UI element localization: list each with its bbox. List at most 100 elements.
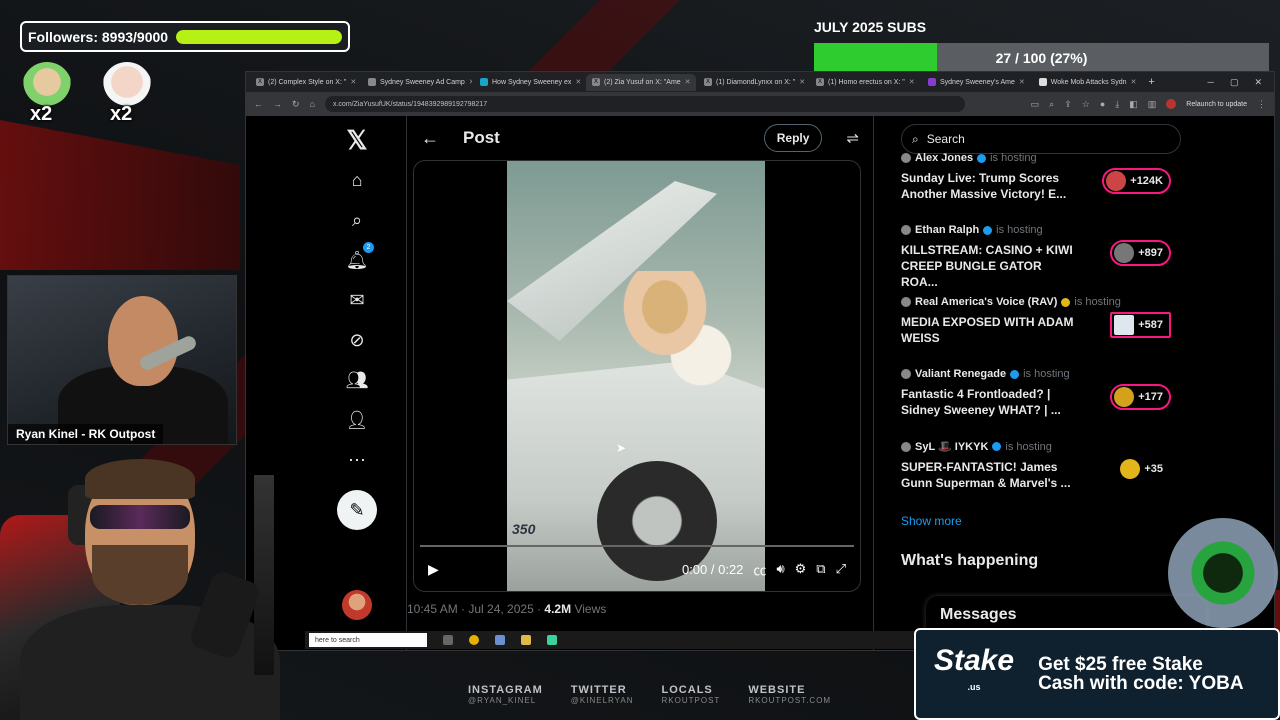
downloads-icon[interactable]: ⤓ [1115, 99, 1119, 110]
site-favicon-icon [480, 78, 488, 86]
live-item[interactable]: SyL 🎩 IYKYK is hosting SUPER-FANTASTIC! J… [901, 436, 1181, 508]
browser-tab[interactable]: Sydney Sweeney Ad Camp ✕ [362, 74, 472, 91]
more-circle-icon[interactable]: ⋯ [345, 448, 369, 472]
followers-goal: Followers: 8993/9000 [20, 21, 350, 52]
close-icon[interactable]: ✕ [575, 78, 581, 86]
gift-avatar: x2 [102, 62, 152, 125]
extension-icon[interactable]: ● [1100, 99, 1105, 109]
settings-gear-icon[interactable]: ⚙ [795, 561, 807, 577]
multiplier-label: x2 [110, 103, 133, 125]
browser-tab[interactable]: X (2) Complex Style on X: " ✕ [250, 74, 360, 91]
share-icon[interactable]: ⇪ [1064, 99, 1072, 110]
profile-avatar[interactable] [1166, 99, 1177, 109]
back-icon[interactable]: ← [254, 99, 263, 109]
post-timestamp[interactable]: 10:45 AM · Jul 24, 2025 · [407, 602, 544, 616]
new-tab-button[interactable]: + [1148, 76, 1154, 88]
app-icon[interactable] [495, 635, 505, 645]
grok-icon[interactable]: ⊘ [345, 328, 369, 352]
social-website: WEBSITE RKOUTPOST.COM [748, 684, 831, 705]
browser-tab[interactable]: How Sydney Sweeney ex ✕ [474, 74, 584, 91]
count-text: +177 [1138, 391, 1163, 403]
sidebar-icon[interactable]: ▥ [1148, 99, 1157, 110]
views-label: Views [571, 602, 607, 616]
subs-progress-text: 27 / 100 (27%) [995, 50, 1088, 66]
site-favicon-icon [368, 78, 376, 86]
close-icon[interactable]: ✕ [1019, 78, 1025, 86]
back-arrow-icon[interactable]: ← [421, 128, 439, 149]
zoom-icon[interactable]: ⌕ [1049, 99, 1054, 110]
post-column: ← Post Reply ⇌ 350 ➤ ▶ 0:00 / 0:22 ㏄ 🔊︎ … [406, 116, 874, 650]
profile-icon[interactable]: 👤︎ [345, 408, 369, 432]
show-more-link[interactable]: Show more [901, 514, 1181, 528]
video-progress-bar[interactable] [420, 545, 854, 547]
fullscreen-icon[interactable]: ⤢ [836, 561, 846, 577]
messages-envelope-icon[interactable]: ✉ [345, 288, 369, 312]
reader-settings-icon[interactable]: ⇌ [846, 129, 859, 147]
close-icon[interactable]: ✕ [1131, 78, 1137, 86]
verified-badge-icon [992, 442, 1002, 451]
minimize-icon[interactable]: ─ [1208, 77, 1214, 88]
social-handle: RKOUTPOST.COM [748, 696, 832, 705]
tab-label: How Sydney Sweeney ex [492, 78, 572, 86]
gift-avatar: x2 [22, 62, 72, 125]
close-icon[interactable]: ✕ [799, 78, 805, 86]
verified-badge-icon [977, 153, 987, 163]
tab-label: (2) Zia Yusuf on X: "Ame [604, 78, 681, 86]
reload-icon[interactable]: ↻ [292, 99, 300, 110]
close-icon[interactable]: ✕ [469, 78, 472, 86]
app-icon[interactable] [547, 635, 557, 645]
reply-button[interactable]: Reply [763, 124, 823, 152]
browser-tab-active[interactable]: X (2) Zia Yusuf on X: "Ame ✕ [586, 73, 696, 91]
live-item[interactable]: Ethan Ralph is hosting KILLSTREAM: CASINO… [901, 220, 1181, 292]
page-title: Post [463, 128, 500, 147]
subs-goal-title: JULY 2025 SUBS [814, 19, 927, 35]
live-item[interactable]: Valiant Renegade is hosting Fantastic 4 F… [901, 364, 1181, 436]
host-avatar [901, 153, 911, 163]
home-icon[interactable]: ⌂ [345, 168, 369, 192]
home-icon[interactable]: ⌂ [310, 99, 315, 109]
browser-tab[interactable]: Sydney Sweeney's Ame ✕ [922, 74, 1031, 91]
live-item[interactable]: Alex Jones is hosting Sunday Live: Trump … [901, 148, 1181, 220]
notifications-bell-icon[interactable]: 🔔︎ 2 [345, 242, 374, 272]
browser-tab[interactable]: X (1) DiamondLynxx on X: " ✕ [698, 74, 808, 91]
communities-icon[interactable]: 👥︎ [345, 368, 369, 392]
compose-post-button[interactable]: ✎ [337, 490, 377, 530]
captions-icon[interactable]: ㏄ [753, 560, 766, 579]
close-icon[interactable]: ✕ [685, 78, 691, 86]
browser-tab[interactable]: X (1) Homo erectus on X: " ✕ [810, 74, 920, 91]
live-item[interactable]: Real America's Voice (RAV) is hosting MED… [901, 292, 1181, 364]
video-player[interactable]: 350 ➤ ▶ 0:00 / 0:22 ㏄ 🔊︎ ⚙ ⧉ ⤢ [413, 160, 861, 592]
forward-icon[interactable]: → [273, 99, 282, 109]
locals-icon-label: LOCALS [661, 684, 713, 696]
chrome-icon[interactable] [469, 635, 479, 645]
more-menu-icon[interactable]: ⋮ [1257, 99, 1266, 110]
verified-badge-icon [1010, 369, 1020, 379]
host-line: Ethan Ralph is hosting [901, 224, 1181, 236]
relaunch-button[interactable]: Relaunch to update [1186, 101, 1247, 108]
file-explorer-icon[interactable] [521, 635, 531, 645]
cast-icon[interactable]: ▭ [1031, 99, 1040, 110]
task-view-icon[interactable] [443, 635, 453, 645]
play-icon[interactable]: ▶ [428, 561, 439, 578]
tab-label: Sydney Sweeney Ad Camp [380, 78, 465, 86]
account-avatar[interactable] [342, 590, 372, 620]
promo-line: Get $25 free Stake [1038, 654, 1203, 675]
stake-logo: Stake .us [934, 646, 1014, 700]
explore-search-icon[interactable]: ⌕ [345, 208, 369, 232]
close-window-icon[interactable]: ✕ [1254, 77, 1262, 88]
social-handle: @RYAN_KINEL [468, 696, 537, 705]
volume-icon[interactable]: 🔊︎ [776, 561, 784, 577]
feather-icon: ✎ [349, 499, 365, 520]
extensions-puzzle-icon[interactable]: ◧ [1129, 99, 1138, 110]
bookmark-star-icon[interactable]: ☆ [1082, 99, 1090, 110]
maximize-icon[interactable]: ▢ [1230, 77, 1239, 88]
close-icon[interactable]: ✕ [909, 78, 915, 86]
url-field[interactable]: x.com/ZiaYusufUK/status/1948392989192798… [324, 96, 965, 112]
browser-tab[interactable]: Woke Mob Attacks Sydn ✕ [1033, 74, 1143, 91]
x-favicon-icon: X [704, 78, 712, 86]
live-title: SUPER-FANTASTIC! James Gunn Superman & M… [901, 460, 1071, 490]
close-icon[interactable]: ✕ [350, 78, 356, 86]
pip-icon[interactable]: ⧉ [816, 561, 825, 577]
social-links: INSTAGRAM @RYAN_KINEL TWITTER @KINELRYAN L… [468, 684, 831, 705]
x-logo-icon[interactable]: 𝕏 [345, 125, 369, 155]
